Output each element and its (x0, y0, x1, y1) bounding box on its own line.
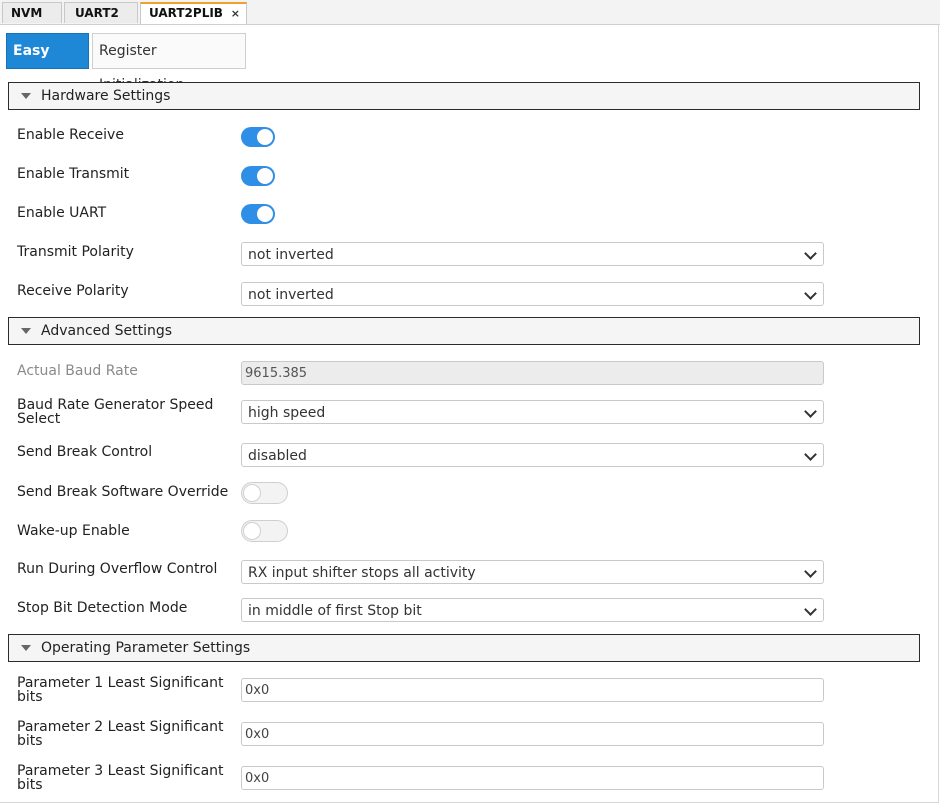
wakeup-enable-toggle[interactable] (241, 520, 288, 542)
select-value: high speed (248, 405, 326, 421)
toggle-knob (257, 129, 273, 145)
field-value: 0x0 (245, 727, 270, 742)
brg-speed-select[interactable]: high speed (241, 400, 824, 424)
collapse-triangle-icon[interactable] (21, 328, 31, 334)
select-value: not inverted (248, 287, 334, 303)
tab-uart2[interactable]: UART2 (64, 2, 138, 23)
field-value: 9615.385 (245, 366, 308, 381)
tab-label: NVM (11, 6, 43, 20)
enable-transmit-toggle[interactable] (241, 166, 275, 186)
select-value: disabled (248, 448, 307, 464)
toggle-knob (243, 484, 261, 502)
transmit-polarity-label: Transmit Polarity (17, 244, 134, 260)
param2-input[interactable]: 0x0 (241, 722, 824, 746)
transmit-polarity-select[interactable]: not inverted (241, 242, 824, 266)
toggle-knob (257, 206, 273, 222)
chevron-down-icon (804, 448, 817, 461)
chevron-down-icon (804, 247, 817, 260)
advanced-settings-header[interactable]: Advanced Settings (8, 317, 920, 345)
tab-label: UART2 (75, 6, 119, 20)
param1-label-line1: Parameter 1 Least Significant (17, 675, 224, 691)
receive-polarity-select[interactable]: not inverted (241, 282, 824, 306)
stop-bit-mode-select[interactable]: in middle of first Stop bit (241, 598, 824, 622)
enable-transmit-label: Enable Transmit (17, 166, 130, 182)
field-value: 0x0 (245, 771, 270, 786)
brg-speed-label-line2: Select (17, 411, 61, 427)
collapse-triangle-icon[interactable] (21, 93, 31, 99)
chevron-down-icon (804, 287, 817, 300)
tab-nvm[interactable]: NVM (2, 2, 62, 23)
enable-receive-label: Enable Receive (17, 127, 124, 143)
file-tab-bar: NVM UART2 UART2PLIB × (0, 0, 940, 25)
run-overflow-label: Run During Overflow Control (17, 561, 218, 577)
select-value: not inverted (248, 247, 334, 263)
send-break-override-label: Send Break Software Override (17, 484, 229, 500)
param1-label-line2: bits (17, 689, 43, 705)
toggle-knob (257, 168, 273, 184)
toggle-knob (243, 522, 261, 540)
field-value: 0x0 (245, 683, 270, 698)
send-break-override-toggle[interactable] (241, 482, 288, 504)
tab-uart2plib[interactable]: UART2PLIB × (140, 2, 247, 24)
send-break-control-label: Send Break Control (17, 444, 153, 460)
chevron-down-icon (804, 603, 817, 616)
param1-input[interactable]: 0x0 (241, 678, 824, 702)
collapse-triangle-icon[interactable] (21, 645, 31, 651)
chevron-down-icon (804, 565, 817, 578)
brg-speed-label-line1: Baud Rate Generator Speed (17, 397, 214, 413)
run-overflow-select[interactable]: RX input shifter stops all activity (241, 560, 824, 584)
send-break-control-select[interactable]: disabled (241, 443, 824, 467)
param3-label-line2: bits (17, 777, 43, 793)
hardware-settings-header[interactable]: Hardware Settings (8, 82, 920, 110)
section-title: Hardware Settings (41, 88, 171, 104)
tab-label: UART2PLIB (149, 6, 223, 20)
actual-baud-rate-field: 9615.385 (241, 361, 824, 385)
param3-label-line1: Parameter 3 Least Significant (17, 763, 224, 779)
operating-settings-header[interactable]: Operating Parameter Settings (8, 634, 920, 662)
param2-label-line1: Parameter 2 Least Significant (17, 719, 224, 735)
section-title: Operating Parameter Settings (41, 640, 251, 656)
enable-uart-label: Enable UART (17, 205, 107, 221)
stop-bit-mode-label: Stop Bit Detection Mode (17, 600, 188, 616)
select-value: RX input shifter stops all activity (248, 565, 476, 581)
enable-uart-toggle[interactable] (241, 204, 275, 224)
tab-easy-view[interactable]: Easy View (6, 33, 89, 93)
param2-label-line2: bits (17, 733, 43, 749)
enable-receive-toggle[interactable] (241, 127, 275, 147)
receive-polarity-label: Receive Polarity (17, 283, 129, 299)
param3-input[interactable]: 0x0 (241, 766, 824, 790)
chevron-down-icon (804, 405, 817, 418)
close-icon[interactable]: × (231, 4, 240, 23)
section-title: Advanced Settings (41, 323, 173, 339)
wakeup-enable-label: Wake-up Enable (17, 523, 130, 539)
tab-register-initialization[interactable]: Register Initialization (92, 33, 246, 93)
actual-baud-rate-label: Actual Baud Rate (17, 363, 138, 379)
select-value: in middle of first Stop bit (248, 603, 422, 619)
